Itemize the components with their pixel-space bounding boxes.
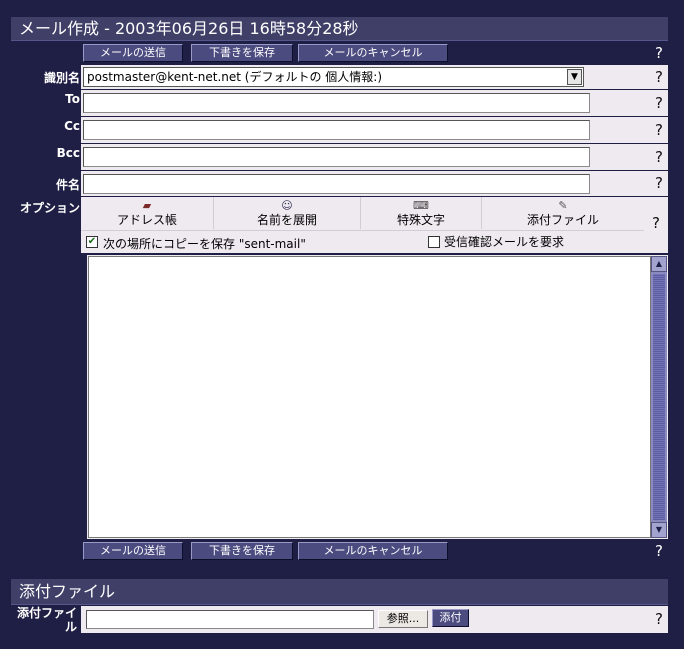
- options-divider: [81, 230, 644, 231]
- help-icon[interactable]: ?: [652, 542, 666, 560]
- help-icon[interactable]: ?: [652, 68, 666, 86]
- keyboard-icon: ⌨: [413, 199, 429, 212]
- identity-label: 識別名: [43, 71, 80, 85]
- help-icon[interactable]: ?: [649, 214, 663, 232]
- address-book-icon: ▰: [142, 199, 152, 212]
- subject-input[interactable]: [83, 174, 590, 194]
- identity-select[interactable]: postmaster@kent-net.net (デフォルトの 個人情報:) ▼: [83, 67, 584, 87]
- to-row: To ?: [11, 90, 668, 117]
- bcc-label: Bcc: [56, 146, 80, 160]
- help-icon[interactable]: ?: [652, 148, 666, 166]
- attachment-row: 添付ファイル 参照... 添付 ?: [11, 606, 668, 634]
- attachment-label: 添付ファイル: [16, 606, 77, 634]
- save-draft-button[interactable]: 下書きを保存: [191, 44, 293, 62]
- attach-button[interactable]: 添付: [432, 609, 469, 627]
- bottom-action-bar: メールの送信 下書きを保存 メールのキャンセル ?: [11, 540, 668, 562]
- options-cell: ▰ アドレス帳 ☺ 名前を展開 ⌨ 特殊文字 ✎ 添付ファイル ✔ 次の場所にコ…: [81, 197, 644, 254]
- special-chars-label: 特殊文字: [396, 213, 445, 227]
- subject-label: 件名: [55, 178, 80, 192]
- save-copy-checkbox[interactable]: ✔: [86, 236, 98, 248]
- to-input[interactable]: [83, 93, 590, 113]
- send-button[interactable]: メールの送信: [83, 44, 183, 62]
- scroll-down-icon[interactable]: ▼: [651, 522, 667, 538]
- message-body-textarea[interactable]: [88, 256, 651, 538]
- save-draft-button[interactable]: 下書きを保存: [191, 542, 293, 560]
- identity-select-value: postmaster@kent-net.net (デフォルトの 個人情報:): [87, 70, 383, 84]
- options-label: オプション: [19, 201, 80, 215]
- cc-label: Cc: [64, 119, 80, 133]
- help-icon[interactable]: ?: [652, 174, 666, 192]
- attachments-section-title: 添付ファイル: [11, 579, 668, 605]
- address-book-label: アドレス帳: [116, 213, 177, 227]
- cc-input[interactable]: [83, 120, 590, 140]
- attachment-file-input[interactable]: [86, 610, 374, 629]
- browse-button[interactable]: 参照...: [378, 610, 428, 628]
- identity-row: 識別名 postmaster@kent-net.net (デフォルトの 個人情報…: [11, 65, 668, 90]
- cancel-button[interactable]: メールのキャンセル: [298, 44, 448, 62]
- send-button[interactable]: メールの送信: [83, 542, 183, 560]
- save-copy-label: 次の場所にコピーを保存 "sent-mail": [103, 237, 306, 251]
- options-row: オプション ▰ アドレス帳 ☺ 名前を展開 ⌨ 特殊文字 ✎ 添付ファイル ✔ …: [11, 197, 668, 254]
- expand-names-label: 名前を展開: [256, 213, 317, 227]
- bcc-input[interactable]: [83, 147, 590, 167]
- address-book-button[interactable]: ▰ アドレス帳: [81, 197, 214, 229]
- bcc-cell: ?: [81, 144, 668, 171]
- special-chars-button[interactable]: ⌨ 特殊文字: [361, 197, 482, 229]
- cc-cell: ?: [81, 117, 668, 144]
- read-receipt-checkbox[interactable]: [428, 236, 440, 248]
- options-help-cell: ?: [644, 197, 668, 253]
- bcc-row: Bcc ?: [11, 144, 668, 171]
- help-icon[interactable]: ?: [652, 44, 666, 62]
- help-icon[interactable]: ?: [652, 121, 666, 139]
- scroll-up-icon[interactable]: ▲: [651, 256, 667, 272]
- to-label: To: [65, 92, 80, 106]
- subject-row: 件名 ?: [11, 171, 668, 197]
- subject-cell: ?: [81, 171, 668, 197]
- help-icon[interactable]: ?: [652, 94, 666, 112]
- expand-names-button[interactable]: ☺ 名前を展開: [214, 197, 361, 229]
- message-body-container: ▲ ▼: [87, 255, 668, 539]
- cc-row: Cc ?: [11, 117, 668, 144]
- attach-file-label: 添付ファイル: [526, 213, 599, 227]
- attachment-cell: 参照... 添付 ?: [81, 606, 668, 634]
- read-receipt-label: 受信確認メールを要求: [444, 235, 565, 249]
- paperclip-icon: ✎: [558, 199, 568, 212]
- attach-file-button[interactable]: ✎ 添付ファイル: [482, 197, 644, 229]
- top-action-bar: メールの送信 下書きを保存 メールのキャンセル ?: [11, 42, 668, 64]
- cancel-button[interactable]: メールのキャンセル: [298, 542, 448, 560]
- scrollbar-thumb[interactable]: [653, 274, 665, 520]
- identity-cell: postmaster@kent-net.net (デフォルトの 個人情報:) ▼…: [81, 65, 668, 90]
- vertical-scrollbar[interactable]: ▲ ▼: [651, 256, 667, 538]
- chevron-down-icon[interactable]: ▼: [567, 69, 582, 85]
- people-icon: ☺: [281, 199, 293, 212]
- help-icon[interactable]: ?: [652, 610, 666, 628]
- page-title: メール作成 - 2003年06月26日 16時58分28秒: [11, 17, 668, 41]
- to-cell: ?: [81, 90, 668, 117]
